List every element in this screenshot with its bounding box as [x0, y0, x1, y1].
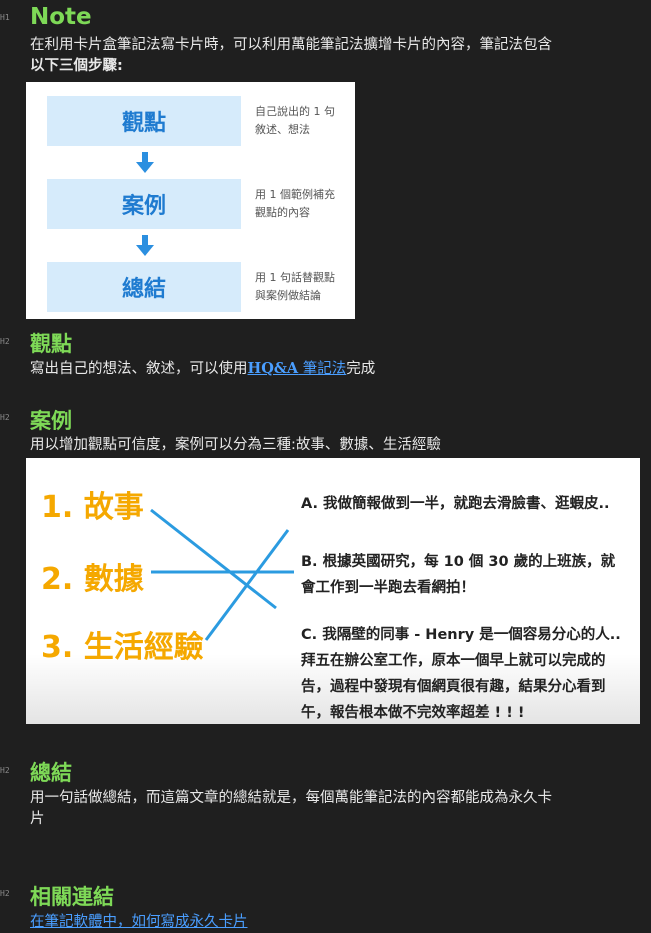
note-intro-line2: 以下三個步驟:	[30, 58, 123, 74]
hqa-note-link[interactable]: HQ&A 筆記法	[248, 360, 347, 377]
category-life-experience: 3. 生活經驗	[41, 630, 204, 665]
step-box-case: 案例	[47, 179, 241, 229]
heading-level-marker: H2	[0, 337, 10, 346]
category-data: 2. 數據	[41, 562, 144, 597]
note-heading: Note	[30, 4, 92, 30]
category-story: 1. 故事	[41, 490, 144, 525]
steps-diagram-image: 觀點 自己說出的 1 句敘述、想法 案例 用 1 個範例補充 觀點的內容 總結 用…	[26, 82, 355, 319]
heading-level-marker: H1	[0, 13, 10, 22]
step-box-summary: 總結	[47, 262, 241, 312]
step-note-summary: 用 1 句話替觀點 與案例做結論	[255, 271, 335, 302]
step-note-viewpoint: 自己說出的 1 句敘述、想法	[255, 105, 335, 136]
story-b-text: B. 根據英國研究，每 10 個 30 歲的上班族，就 會工作到一半跑去看網拍！	[301, 554, 616, 596]
step-note-case: 用 1 個範例補充 觀點的內容	[255, 188, 335, 219]
related-links-heading: 相關連結	[30, 885, 114, 909]
cases-heading: 案例	[30, 409, 72, 433]
arrow-down-icon	[136, 235, 154, 256]
viewpoint-heading: 觀點	[30, 332, 72, 356]
viewpoint-text: 寫出自己的想法、敘述，可以使用HQ&A 筆記法完成	[30, 360, 376, 377]
permanent-card-link[interactable]: 在筆記軟體中，如何寫成永久卡片	[30, 912, 630, 933]
heading-level-marker: H2	[0, 766, 10, 775]
arrow-down-icon	[136, 152, 154, 173]
note-intro: 在利用卡片盒筆記法寫卡片時，可以利用萬能筆記法擴增卡片的內容，筆記法包含 以下三…	[30, 35, 630, 77]
case-types-image: 1. 故事 2. 數據 3. 生活經驗 A. 我做簡報做到一半，就跑去滑臉書、逛…	[26, 458, 640, 724]
note-intro-line1: 在利用卡片盒筆記法寫卡片時，可以利用萬能筆記法擴增卡片的內容，筆記法包含	[30, 37, 552, 53]
summary-heading: 總結	[30, 761, 72, 785]
heading-level-marker: H2	[0, 413, 10, 422]
step-box-viewpoint: 觀點	[47, 96, 241, 146]
story-a-text: A. 我做簡報做到一半，就跑去滑臉書、逛蝦皮..	[301, 496, 610, 512]
heading-level-marker: H2	[0, 889, 10, 898]
story-c-text: C. 我隔壁的同事 - Henry 是一個容易分心的人.. 拜五在辦公室工作，原…	[301, 627, 621, 721]
summary-text: 用一句話做總結，而這篇文章的總結就是，每個萬能筆記法的內容都能成為永久卡片	[30, 790, 552, 827]
cases-text: 用以增加觀點可信度，案例可以分為三種:故事、數據、生活經驗	[30, 437, 441, 453]
